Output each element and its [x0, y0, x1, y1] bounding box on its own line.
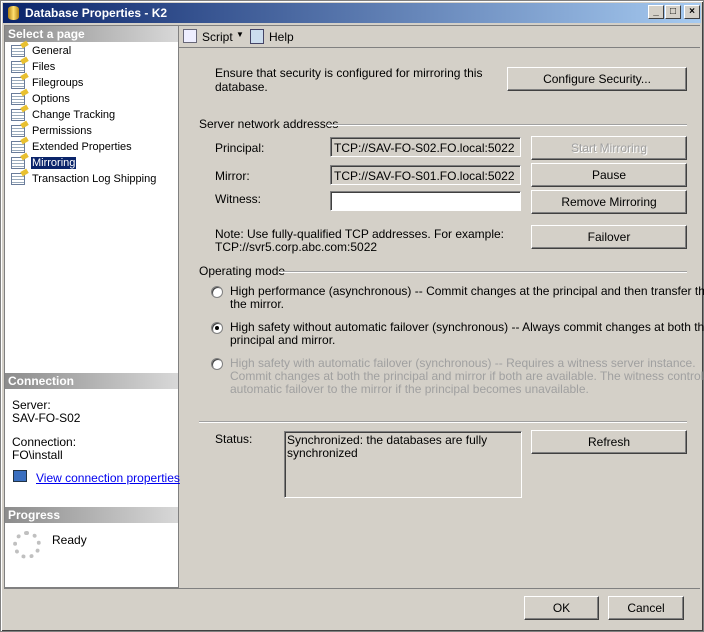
progress-status: Ready — [52, 533, 87, 547]
minimize-button[interactable]: _ — [648, 5, 664, 19]
server-value: SAV-FO-S02 — [12, 411, 81, 425]
configure-security-button[interactable]: Configure Security... — [507, 67, 687, 91]
mode-text: principal and mirror. — [230, 333, 336, 347]
right-pane: Script ▼ Help Ensure that security is co… — [179, 25, 704, 588]
operating-mode-label: Operating mode — [199, 264, 286, 278]
server-network-addresses-label: Server network addresses — [199, 117, 339, 131]
principal-field[interactable]: TCP://SAV-FO-S02.FO.local:5022 — [330, 137, 521, 157]
page-icon — [11, 93, 25, 105]
window-title: Database Properties - K2 — [25, 6, 168, 20]
sidebar-item-general[interactable]: General — [9, 43, 72, 59]
close-button[interactable]: × — [684, 5, 700, 19]
mirror-label: Mirror: — [215, 169, 250, 183]
page-icon — [11, 141, 25, 153]
sidebar-item-filegroups[interactable]: Filegroups — [9, 75, 84, 91]
cancel-button[interactable]: Cancel — [608, 596, 684, 620]
start-mirroring-button[interactable]: Start Mirroring — [531, 136, 687, 160]
refresh-button[interactable]: Refresh — [531, 430, 687, 454]
page-icon — [11, 109, 25, 121]
toolbar: Script ▼ Help — [179, 26, 700, 48]
sidebar-item-files[interactable]: Files — [9, 59, 56, 75]
sidebar-item-permissions[interactable]: Permissions — [9, 123, 93, 139]
progress-header: Progress — [5, 507, 178, 523]
help-button[interactable]: Help — [269, 30, 294, 44]
mode-text: High safety with automatic failover (syn… — [230, 356, 696, 370]
connection-properties-icon — [13, 470, 27, 482]
sidebar-item-transaction-log-shipping[interactable]: Transaction Log Shipping — [9, 171, 157, 187]
note-example: TCP://svr5.corp.abc.com:5022 — [215, 240, 378, 254]
maximize-button[interactable]: □ — [665, 5, 681, 19]
remove-mirroring-button[interactable]: Remove Mirroring — [531, 190, 687, 214]
sidebar-item-label: Mirroring — [31, 157, 77, 169]
sidebar-item-label: Filegroups — [32, 77, 84, 89]
witness-field[interactable] — [330, 191, 521, 211]
radio-button[interactable] — [211, 286, 223, 298]
page-icon — [11, 77, 25, 89]
progress-spinner-icon — [13, 531, 41, 559]
page-icon — [11, 45, 25, 57]
page-icon — [11, 173, 25, 185]
page-icon — [11, 61, 25, 73]
mode-text: Commit changes at both the principal and… — [230, 369, 704, 383]
page-icon — [11, 125, 25, 137]
connection-value: FO\install — [12, 448, 63, 462]
page-icon — [11, 157, 25, 169]
view-connection-properties-link[interactable]: View connection properties — [36, 471, 180, 485]
principal-label: Principal: — [215, 141, 265, 155]
mode-text: High safety without automatic failover (… — [230, 320, 704, 334]
title-bar[interactable]: Database Properties - K2 — [3, 3, 701, 23]
mode-text: automatic failover to the mirror if the … — [230, 382, 589, 396]
database-icon — [8, 6, 19, 20]
sidebar-item-extended-properties[interactable]: Extended Properties — [9, 139, 133, 155]
pause-button[interactable]: Pause — [531, 163, 687, 187]
sidebar-item-mirroring[interactable]: Mirroring — [9, 155, 77, 171]
connection-header: Connection — [5, 373, 178, 389]
sidebar-item-label: Extended Properties — [32, 141, 132, 153]
ok-button[interactable]: OK — [524, 596, 599, 620]
failover-button[interactable]: Failover — [531, 225, 687, 249]
sidebar-item-label: General — [32, 45, 72, 57]
security-text: Ensure that security is configured for m… — [215, 66, 483, 94]
mode-text: High performance (asynchronous) -- Commi… — [230, 284, 704, 298]
sidebar-item-label: Change Tracking — [32, 109, 116, 121]
script-button[interactable]: Script — [202, 30, 233, 44]
sidebar-item-label: Files — [32, 61, 56, 73]
radio-button[interactable] — [211, 322, 223, 334]
sidebar-item-label: Permissions — [32, 125, 92, 137]
left-pane: Select a page General Files Filegroups Opti… — [4, 25, 180, 588]
note-text: Note: Use fully-qualified TCP addresses.… — [215, 227, 505, 241]
witness-label: Witness: — [215, 192, 262, 206]
footer-divider — [4, 588, 700, 589]
connection-label: Connection: — [12, 435, 77, 449]
divider — [327, 124, 687, 126]
divider — [279, 271, 687, 273]
divider — [199, 421, 687, 423]
script-icon — [183, 29, 197, 43]
sidebar-item-options[interactable]: Options — [9, 91, 71, 107]
mirror-field[interactable]: TCP://SAV-FO-S01.FO.local:5022 — [330, 165, 521, 185]
sidebar-item-label: Options — [32, 93, 70, 105]
select-page-header: Select a page — [5, 26, 178, 42]
radio-button[interactable] — [211, 358, 223, 370]
sidebar-item-label: Transaction Log Shipping — [32, 173, 157, 185]
server-label: Server: — [12, 398, 51, 412]
help-icon — [250, 29, 264, 44]
status-label: Status: — [215, 432, 253, 446]
script-dropdown-icon[interactable]: ▼ — [236, 30, 244, 39]
mode-text: the mirror. — [230, 297, 285, 311]
status-field[interactable]: Synchronized: the databases are fully sy… — [284, 431, 522, 498]
